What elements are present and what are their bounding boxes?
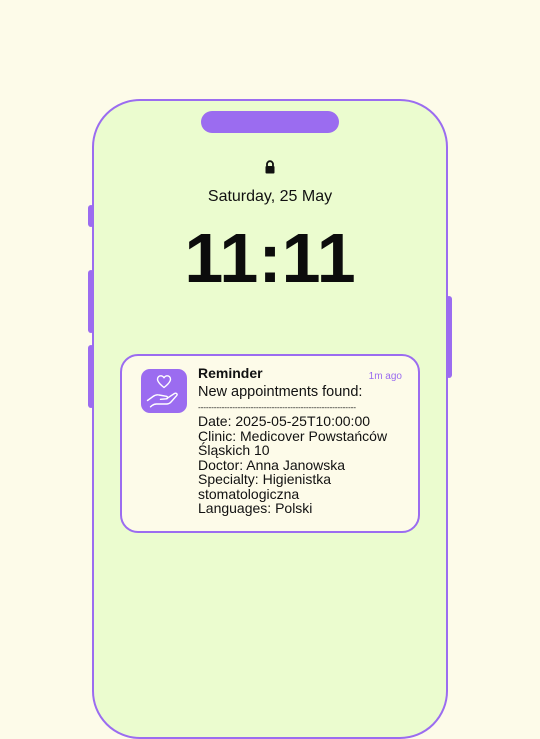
lockscreen-clock: 11:11 xyxy=(184,219,356,297)
notification-title: Reminder xyxy=(198,365,263,381)
notification-separator: ----------------------------------------… xyxy=(198,402,356,412)
appointment-doctor: Doctor: Anna Janowska xyxy=(198,456,346,473)
lockscreen-date: Saturday, 25 May xyxy=(207,188,333,205)
phone-notch xyxy=(201,111,339,133)
heart-hand-icon xyxy=(141,369,187,413)
appointment-specialty: Specialty: Higienistka stomatologiczna xyxy=(198,471,335,502)
notification-heading: New appointments found: xyxy=(198,384,363,400)
notification-body: New appointments found: ----------------… xyxy=(198,384,410,516)
lock-icon xyxy=(264,160,276,174)
notification-timestamp: 1m ago xyxy=(368,371,402,382)
appointment-date: Date: 2025-05-25T10:00:00 xyxy=(198,413,371,429)
appointment-languages: Languages: Polski xyxy=(198,500,313,516)
notification-card[interactable]: Reminder 1m ago New appointments found: … xyxy=(120,354,420,533)
appointment-clinic: Clinic: Medicover Powstańców Śląskich 10 xyxy=(198,427,391,458)
